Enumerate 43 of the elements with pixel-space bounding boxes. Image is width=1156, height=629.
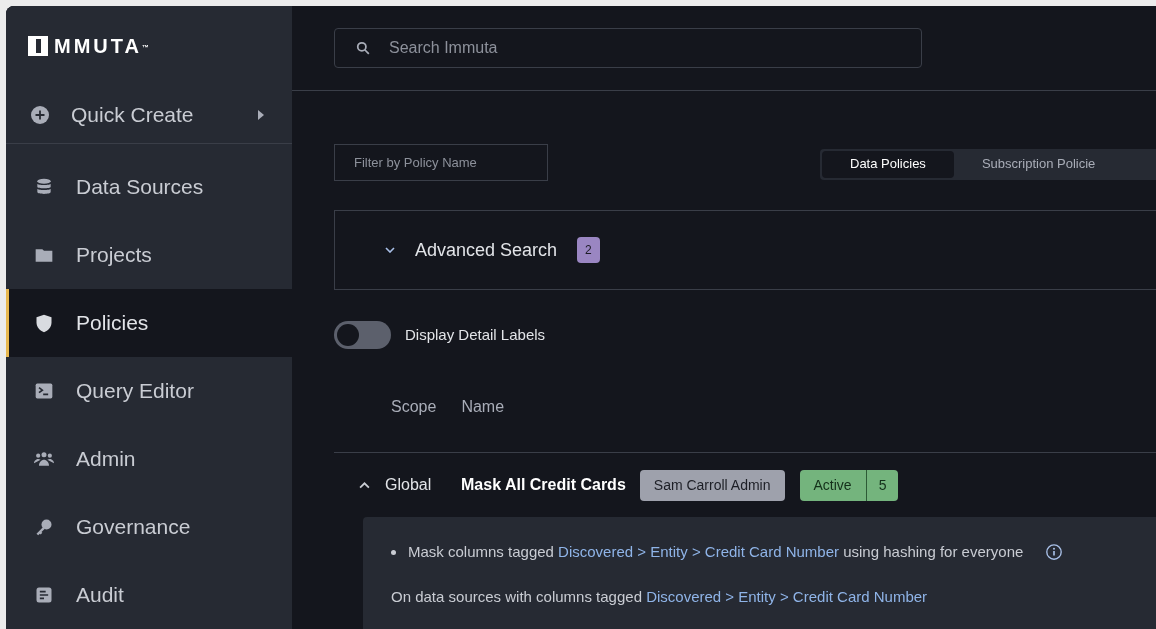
column-header: Scope: [391, 397, 437, 417]
document-icon: [34, 585, 54, 605]
shield-icon: [34, 313, 54, 333]
sidebar-item[interactable]: Governance: [6, 493, 292, 561]
filter-count: 2: [577, 237, 600, 263]
logo-block-icon: [28, 36, 48, 57]
sidebar-item[interactable]: Admin: [6, 425, 292, 493]
scope-text: Global: [385, 475, 433, 495]
column-header: Name: [461, 397, 505, 417]
plus-circle-icon: [31, 105, 49, 124]
bullet-icon: [391, 549, 396, 555]
tag-link[interactable]: Discovered > Entity > Credit Card Number: [646, 587, 928, 605]
key-icon: [34, 517, 54, 537]
search-icon: [356, 41, 370, 55]
users-icon: [34, 449, 54, 469]
caret-icon: [258, 109, 264, 120]
count-tag: 5: [865, 469, 899, 501]
filter-field[interactable]: Filter by Policy Name: [334, 144, 548, 181]
collapse-toggle[interactable]: [359, 479, 371, 491]
tag-link[interactable]: Discovered > Entity > Credit Card Number: [558, 543, 840, 560]
sidebar-item[interactable]: Policies: [6, 289, 292, 357]
chevron-icon: [385, 247, 395, 253]
tab[interactable]: Subscription Policie: [953, 150, 1124, 178]
advanced-search-toggle[interactable]: Advanced Search: [385, 236, 558, 264]
logo-text: MMUTA$^{™}$: [54, 34, 152, 60]
info-icon: [1045, 543, 1064, 562]
toggle-switch[interactable]: [334, 321, 391, 349]
policy-name[interactable]: Mask All Credit Cards: [461, 473, 626, 497]
sidebar-item[interactable]: Data Sources: [6, 153, 292, 221]
sidebar-item[interactable]: Projects: [6, 221, 292, 289]
quick-create-button[interactable]: Quick Create: [6, 86, 292, 144]
author-tag: Sam Carroll Admin: [639, 469, 785, 501]
sidebar-item[interactable]: Query Editor: [6, 357, 292, 425]
database-icon: [34, 177, 54, 197]
chevron-icon: [359, 481, 370, 489]
search-field[interactable]: Search Immuta: [334, 28, 922, 68]
policy-rule-text: Mask columns tagged Discovered > Entity > Credit Card Number using hashing for everyone: [408, 542, 1024, 562]
sidebar-item[interactable]: Audit: [6, 561, 292, 629]
policy-scope-text: On data sources with columns tagged Discovered > Entity > Credit Card Number: [391, 586, 929, 607]
tab[interactable]: Data Policies: [822, 150, 954, 178]
toggle-label: Display Detail Labels: [405, 324, 546, 345]
status-tag: Active: [799, 469, 866, 501]
terminal-icon: [34, 381, 54, 401]
